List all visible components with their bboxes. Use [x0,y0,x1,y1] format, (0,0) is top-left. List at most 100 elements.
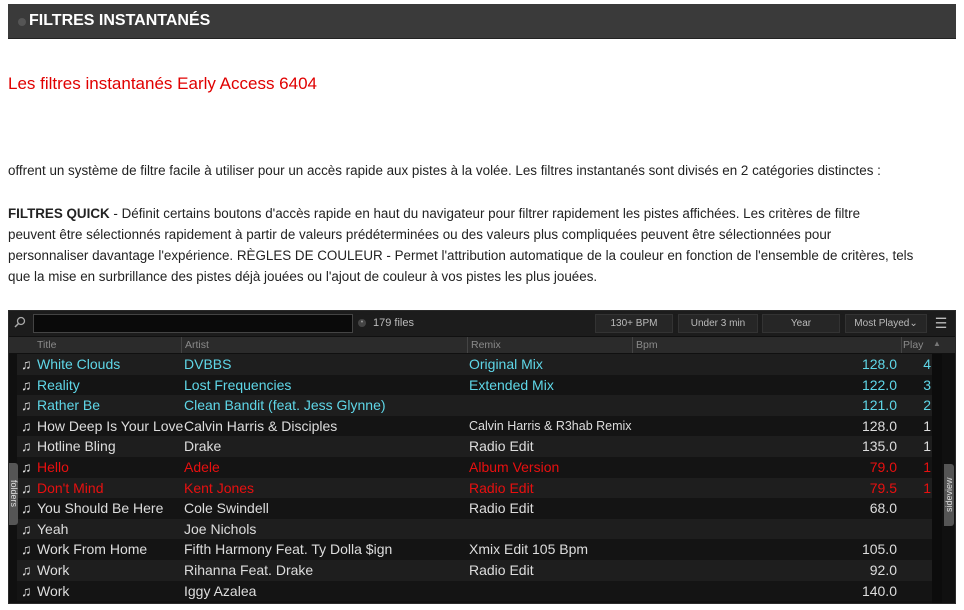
track-artist: DVBBS [184,356,232,372]
track-artist: Fifth Harmony Feat. Ty Dolla $ign [184,541,393,558]
track-bpm: 105.0 [861,541,897,558]
table-row[interactable]: ♫ How Deep Is Your Love Calvin Harris & Di… [17,415,932,437]
table-row[interactable]: ♫ You Should Be Here Cole Swindell Radio Ed… [17,498,932,519]
track-title: Don't Mind [37,479,104,496]
scroll-up-icon[interactable]: ▲ [933,339,941,348]
track-title: You Should Be Here [37,500,164,517]
quick-filters-term: FILTRES QUICK [8,206,110,221]
music-note-icon: ♫ [21,520,32,537]
track-artist: Adele [184,458,220,475]
track-remix: Radio Edit [469,561,534,578]
music-note-icon: ♫ [21,500,32,517]
quick-filter-year-button[interactable]: Year [762,314,840,333]
page-heading: Les filtres instantanés Early Access 640… [8,74,317,93]
table-row[interactable]: ♫ Rather Be Clean Bandit (feat. Jess Glynn… [17,395,932,416]
track-title: Rather Be [37,397,101,414]
track-play-count: 1 [923,458,931,475]
quick-filter-duration-button[interactable]: Under 3 min [678,314,758,333]
track-bpm: 140.0 [861,582,897,599]
intro-paragraph: offrent un système de filtre facile à ut… [8,163,881,178]
track-browser: • 179 files 130+ BPM Under 3 min Year Mo… [8,310,956,604]
search-input[interactable] [33,314,353,333]
track-remix: Radio Edit [469,438,534,455]
track-bpm: 79.0 [869,458,897,475]
column-artist[interactable]: Artist [185,339,209,351]
track-play-count: 1 [923,417,931,434]
track-remix: Calvin Harris & R3hab Remix [469,418,632,433]
track-remix: Radio Edit [469,500,534,517]
browser-toolbar: • 179 files 130+ BPM Under 3 min Year Mo… [9,311,955,336]
track-play-count: 4 [923,356,931,372]
table-row[interactable]: ♫ White Clouds DVBBS Original Mix 128.0 4 [17,354,932,375]
column-title[interactable]: Title [37,339,56,351]
description-line: - Définit certains boutons d'accès rapid… [109,206,861,221]
description-paragraph: FILTRES QUICK - Définit certains boutons… [8,203,958,287]
quick-filter-bpm-button[interactable]: 130+ BPM [595,314,673,333]
track-bpm: 128.0 [861,417,897,434]
table-row[interactable]: ♫ Hello Adele Album Version 79.0 1 [17,456,932,478]
track-bpm: 128.0 [861,356,897,372]
track-artist: Iggy Azalea [184,582,257,599]
table-row[interactable]: ♫ Work Iggy Azalea 140.0 [17,580,932,602]
scrollbar[interactable] [932,354,942,603]
description-line: personnaliser davantage l'expérience. RÈ… [8,248,914,263]
section-header: FILTRES INSTANTANÉS [8,4,956,39]
description-line: peuvent être sélectionnés rapidement à p… [8,227,832,242]
table-row[interactable]: ♫ Hotline Bling Drake Radio Edit 135.0 1 [17,436,932,457]
track-artist: Drake [184,438,222,455]
music-note-icon: ♫ [21,582,32,599]
files-count: 179 files [373,317,414,329]
track-artist: Calvin Harris & Disciples [184,417,338,434]
music-note-icon: ♫ [21,376,32,393]
quick-filter-most-played-button[interactable]: Most Played⌄ [845,314,927,333]
sideview-tab[interactable]: sideview [944,464,954,526]
track-play-count: 1 [923,479,931,496]
music-note-icon: ♫ [21,438,32,455]
track-remix: Radio Edit [469,479,534,496]
table-row[interactable]: ♫ Work From Home Fifth Harmony Feat. Ty Do… [17,539,932,560]
track-artist: Lost Frequencies [184,376,292,393]
track-title: Work [37,582,70,599]
music-note-icon: ♫ [21,417,32,434]
track-remix: Xmix Edit 105 Bpm [469,541,589,558]
track-title: Yeah [37,520,69,537]
music-note-icon: ♫ [21,541,32,558]
track-title: How Deep Is Your Love [37,417,183,434]
track-artist: Kent Jones [184,479,255,496]
track-remix: Original Mix [469,356,543,372]
track-bpm: 135.0 [861,438,897,455]
track-title: Work From Home [37,541,148,558]
menu-icon[interactable]: ☰ [930,314,952,333]
section-title: FILTRES INSTANTANÉS [29,12,211,29]
track-play-count: 1 [923,438,931,455]
track-bpm: 121.0 [861,397,897,414]
track-artist: Rihanna Feat. Drake [184,561,314,578]
bullet-icon [18,18,26,26]
track-title: Hello [37,458,69,475]
track-artist: Cole Swindell [184,500,269,517]
column-remix[interactable]: Remix [471,339,501,351]
music-note-icon: ♫ [21,397,32,414]
track-artist: Clean Bandit (feat. Jess Glynne) [184,397,386,414]
table-row[interactable]: ♫ Work Rihanna Feat. Drake Radio Edit 92.0 [17,559,932,581]
folders-tab[interactable]: folders [9,463,19,525]
track-remix: Album Version [469,458,560,475]
column-play[interactable]: Play [903,339,923,351]
track-bpm: 68.0 [869,500,897,517]
description-line: que la mise en surbrillance des pistes d… [8,269,598,284]
column-header: Title Artist Remix Bpm Play [9,337,955,353]
table-row[interactable]: ♫ Reality Lost Frequencies Extended Mix 122.… [17,374,932,396]
column-bpm[interactable]: Bpm [636,339,658,351]
track-title: White Clouds [37,356,121,372]
track-title: Hotline Bling [37,438,116,455]
music-note-icon: ♫ [21,356,32,372]
track-remix: Extended Mix [469,376,554,393]
table-row[interactable]: ♫ Yeah Joe Nichols [17,518,932,540]
track-bpm: 92.0 [869,561,897,578]
table-row[interactable]: ♫ Don't Mind Kent Jones Radio Edit 79.5 1 [17,477,932,499]
search-icon[interactable] [14,316,28,330]
music-note-icon: ♫ [21,458,32,475]
track-artist: Joe Nichols [184,520,257,537]
track-title: Work [37,561,70,578]
track-title: Reality [37,376,80,393]
